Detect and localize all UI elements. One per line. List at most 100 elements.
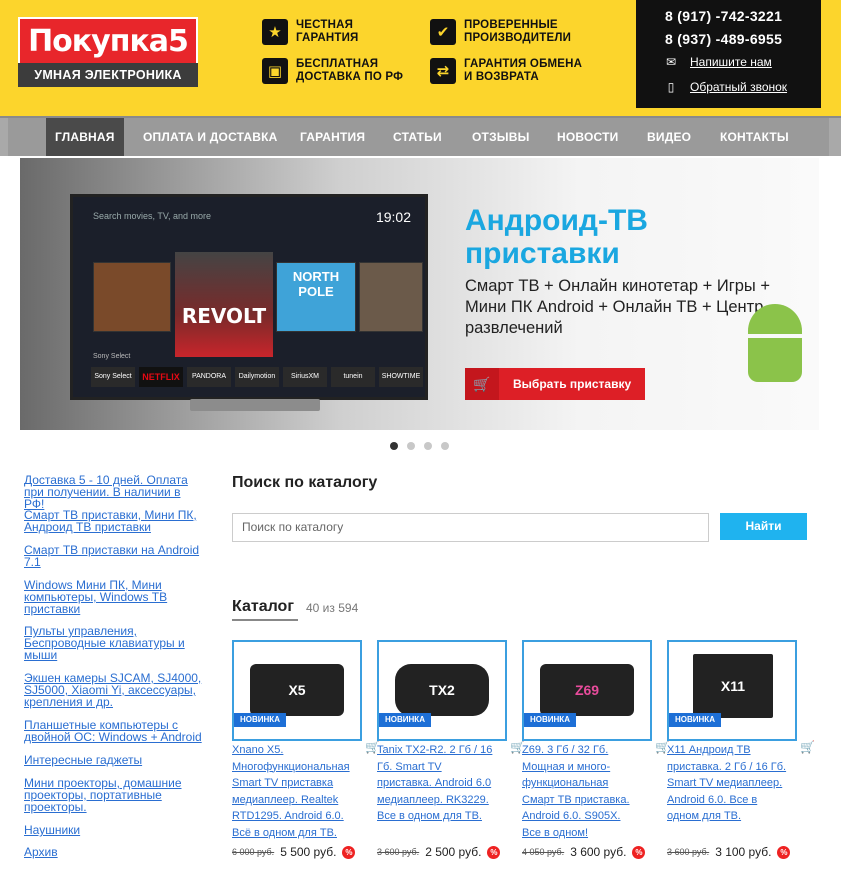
write-us-link[interactable]: ✉ Напишите нам — [664, 55, 772, 69]
phone-2[interactable]: 8 (937) -489-6955 — [665, 31, 782, 47]
banner-title: Андроид-ТВ приставки — [465, 204, 648, 270]
tv-app: Dailymotion — [235, 367, 279, 387]
android-robot-icon — [738, 298, 808, 388]
tv-app: SiriusXM — [283, 367, 327, 387]
feature-producers: ✔ ПРОВЕРЕННЫЕ ПРОИЗВОДИТЕЛИ — [430, 19, 571, 45]
tv-app-row: Sony Select NETFLIX PANDORA Dailymotion … — [91, 367, 423, 387]
check-icon: ✔ — [430, 19, 456, 45]
search-title: Поиск по каталогу — [232, 474, 378, 491]
feature-delivery-line1: БЕСПЛАТНАЯ — [296, 58, 379, 70]
product-image[interactable]: X5 НОВИНКА — [232, 640, 362, 741]
choose-box-button[interactable]: 🛒 Выбрать приставку — [465, 368, 645, 400]
main-nav: ГЛАВНАЯ ОПЛАТА И ДОСТАВКА ГАРАНТИЯ СТАТЬ… — [0, 116, 841, 156]
slider-dot[interactable] — [441, 442, 449, 450]
slider-dots — [390, 442, 449, 450]
slider-dot[interactable] — [424, 442, 432, 450]
logo-title: Покупка5 — [18, 17, 198, 63]
feature-warranty-line2: ГАРАНТИЯ — [296, 32, 359, 44]
catalog-count: 40 из 594 — [306, 601, 359, 615]
nav-item-articles[interactable]: СТАТЬИ — [384, 118, 451, 156]
site-header: Покупка5 УМНАЯ ЭЛЕКТРОНИКА ★ ЧЕСТНАЯ ГАРА… — [0, 0, 841, 116]
banner-title-line2: приставки — [465, 237, 620, 270]
product-price-row: 3 600 руб. 2 500 руб. % — [377, 845, 527, 859]
discount-icon: % — [342, 845, 356, 859]
slider-dot[interactable] — [407, 442, 415, 450]
sidebar-link-smart-tv[interactable]: Смарт ТВ приставки, Мини ПК, Андроид ТВ … — [24, 509, 204, 533]
old-price: 6 000 руб. — [232, 847, 275, 857]
product-image[interactable]: Z69 НОВИНКА — [522, 640, 652, 741]
search-input[interactable]: Поиск по каталогу — [232, 513, 709, 542]
search-button[interactable]: Найти — [720, 513, 807, 540]
sidebar-link-headphones[interactable]: Наушники — [24, 824, 204, 836]
hero-banner[interactable]: Search movies, TV, and more 19:02 REVOLT… — [20, 158, 819, 430]
current-price: 3 600 руб. — [570, 845, 627, 859]
product-name-link[interactable]: Xnano X5. Многофункциональная Smart TV п… — [232, 742, 352, 841]
phone-1[interactable]: 8 (917) -742-3221 — [665, 8, 782, 24]
new-badge: НОВИНКА — [524, 713, 576, 727]
product-name-link[interactable]: X11 Андроид ТВ приставка. 2 Гб / 16 Гб. … — [667, 742, 787, 825]
product-price-row: 4 050 руб. 3 600 руб. % — [522, 845, 672, 859]
product-price-row: 3 600 руб. 3 100 руб. % — [667, 845, 817, 859]
tv-app: NETFLIX — [139, 367, 183, 387]
shuffle-icon: ⇄ — [430, 58, 456, 84]
new-badge: НОВИНКА — [669, 713, 721, 727]
banner-title-line1: Андроид-ТВ — [465, 204, 648, 237]
tv-app: SHOWTIME — [379, 367, 423, 387]
discount-icon: % — [777, 845, 791, 859]
feature-return-line2: И ВОЗВРАТА — [464, 71, 539, 83]
sidebar-link-delivery[interactable]: Доставка 5 - 10 дней. Оплата при получен… — [24, 474, 204, 510]
current-price: 5 500 руб. — [280, 845, 337, 859]
current-price: 3 100 руб. — [715, 845, 772, 859]
old-price: 3 600 руб. — [377, 847, 420, 857]
write-us-label: Напишите нам — [690, 55, 772, 69]
tv-tile-north-pole: NORTH POLE — [276, 262, 356, 332]
sidebar-link-gadgets[interactable]: Интересные гаджеты — [24, 754, 204, 766]
sidebar-link-action-cameras[interactable]: Экшен камеры SJCAM, SJ4000, SJ5000, Xiao… — [24, 672, 204, 708]
product-price-row: 6 000 руб. 5 500 руб. % — [232, 845, 382, 859]
nav-item-home[interactable]: ГЛАВНАЯ — [46, 118, 124, 156]
nav-item-contacts[interactable]: КОНТАКТЫ — [711, 118, 798, 156]
old-price: 4 050 руб. — [522, 847, 565, 857]
sidebar-link-windows-mini-pc[interactable]: Windows Мини ПК, Мини компьютеры, Window… — [24, 579, 204, 615]
star-icon: ★ — [262, 19, 288, 45]
sidebar-link-projectors[interactable]: Мини проекторы, домашние проекторы, порт… — [24, 777, 204, 813]
product-image[interactable]: TX2 НОВИНКА — [377, 640, 507, 741]
feature-delivery: ▣ БЕСПЛАТНАЯ ДОСТАВКА ПО РФ — [262, 58, 403, 84]
tv-tile-revolt: REVOLT — [175, 252, 273, 357]
nav-item-payment[interactable]: ОПЛАТА И ДОСТАВКА — [134, 118, 287, 156]
nav-item-video[interactable]: ВИДЕО — [638, 118, 700, 156]
feature-warranty: ★ ЧЕСТНАЯ ГАРАНТИЯ — [262, 19, 359, 45]
discount-icon: % — [487, 845, 501, 859]
nav-item-reviews[interactable]: ОТЗЫВЫ — [463, 118, 539, 156]
logo-tagline: УМНАЯ ЭЛЕКТРОНИКА — [18, 63, 198, 87]
feature-warranty-line1: ЧЕСТНАЯ — [296, 19, 354, 31]
cart-icon: 🛒 — [465, 368, 499, 400]
feature-delivery-line2: ДОСТАВКА ПО РФ — [296, 71, 404, 83]
nav-item-warranty[interactable]: ГАРАНТИЯ — [291, 118, 374, 156]
nav-item-news[interactable]: НОВОСТИ — [548, 118, 627, 156]
feature-return-line1: ГАРАНТИЯ ОБМЕНА — [464, 58, 583, 70]
tv-search-hint: Search movies, TV, and more — [93, 211, 212, 221]
product-name-link[interactable]: Tanix TX2-R2. 2 Гб / 16 Гб. Smart TV при… — [377, 742, 497, 825]
feature-producers-line1: ПРОВЕРЕННЫЕ — [464, 19, 558, 31]
sidebar-link-android-71[interactable]: Смарт ТВ приставки на Android 7.1 — [24, 544, 204, 568]
feature-return: ⇄ ГАРАНТИЯ ОБМЕНА И ВОЗВРАТА — [430, 58, 582, 84]
contacts-box: 8 (917) -742-3221 8 (937) -489-6955 ✉ На… — [636, 0, 821, 108]
current-price: 2 500 руб. — [425, 845, 482, 859]
product-image-label: Z69 — [540, 664, 634, 716]
slider-dot[interactable] — [390, 442, 398, 450]
product-image[interactable]: X11 НОВИНКА — [667, 640, 797, 741]
logo[interactable]: Покупка5 УМНАЯ ЭЛЕКТРОНИКА — [18, 17, 198, 87]
sidebar-link-archive[interactable]: Архив — [24, 846, 204, 858]
catalog-title: Каталог — [232, 598, 294, 615]
tv-clock: 19:02 — [375, 209, 411, 225]
sidebar-link-remotes[interactable]: Пульты управления, Беспроводные клавиату… — [24, 625, 204, 661]
tv-app: PANDORA — [187, 367, 231, 387]
sidebar-link-tablets[interactable]: Планшетные компьютеры с двойной ОС: Wind… — [24, 719, 204, 743]
add-to-cart-icon[interactable]: 🛒 — [800, 740, 815, 754]
product-image-label: X11 — [693, 654, 773, 718]
discount-icon: % — [632, 845, 646, 859]
callback-link[interactable]: ▯ Обратный звонок — [664, 80, 787, 94]
product-name-link[interactable]: Z69. 3 Гб / 32 Гб. Мощная и много-функци… — [522, 742, 642, 841]
product-image-label: TX2 — [395, 664, 489, 716]
